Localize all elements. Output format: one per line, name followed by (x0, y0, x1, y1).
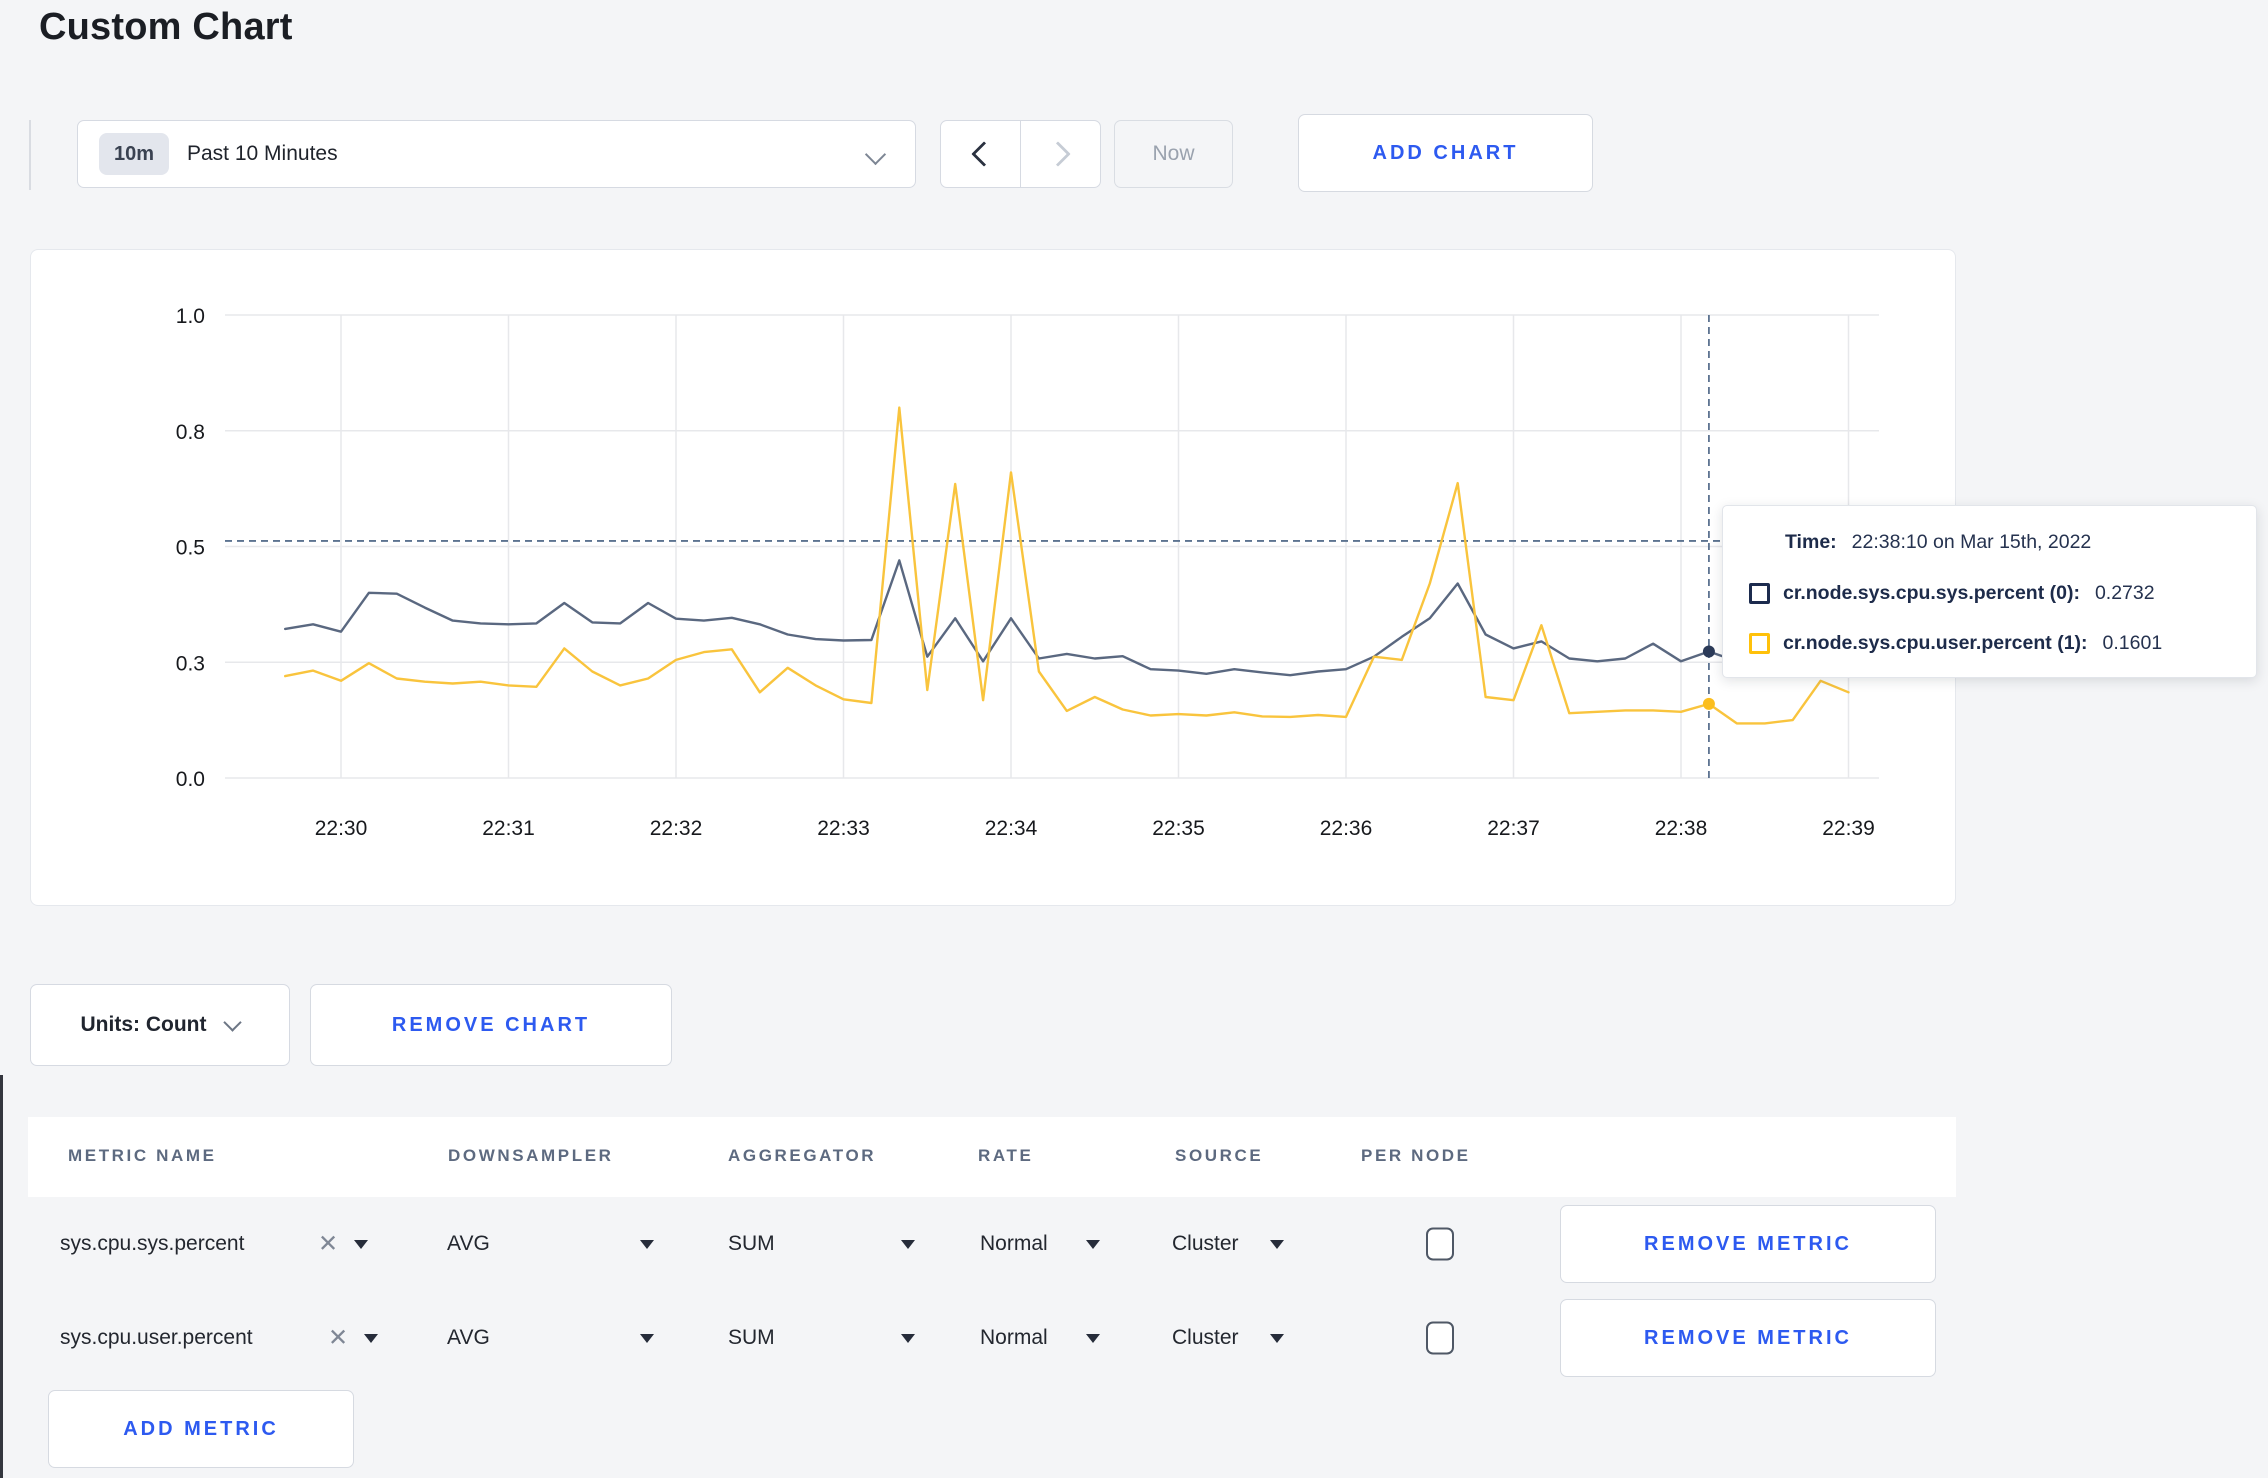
svg-text:0.5: 0.5 (176, 537, 205, 560)
column-header-aggregator: AGGREGATOR (728, 1146, 877, 1165)
metric-name-value[interactable]: sys.cpu.sys.percent (60, 1232, 244, 1256)
remove-chart-button[interactable]: REMOVE CHART (310, 984, 672, 1066)
remove-metric-button[interactable]: REMOVE METRIC (1560, 1205, 1936, 1283)
left-edge-strip (0, 1075, 3, 1478)
dropdown-caret-icon[interactable] (354, 1240, 368, 1249)
add-metric-button[interactable]: ADD METRIC (48, 1390, 354, 1468)
svg-text:22:37: 22:37 (1487, 817, 1540, 840)
svg-text:22:38: 22:38 (1655, 817, 1708, 840)
column-header-downsampler: DOWNSAMPLER (448, 1146, 614, 1165)
chart-panel: 0.0 0.3 0.5 0.8 1.0 22:30 22:31 22:32 22:33 22:34… (30, 249, 1956, 906)
prev-range-button[interactable] (941, 121, 1020, 187)
remove-x-icon[interactable]: ✕ (328, 1324, 348, 1353)
dropdown-caret-icon[interactable] (1086, 1334, 1100, 1343)
svg-text:0.0: 0.0 (176, 768, 205, 791)
chevron-left-icon (970, 141, 997, 167)
svg-text:22:31: 22:31 (482, 817, 535, 840)
time-range-badge: 10m (99, 133, 169, 175)
dropdown-caret-icon[interactable] (901, 1334, 915, 1343)
time-range-label: Past 10 Minutes (187, 142, 338, 165)
per-node-checkbox[interactable] (1426, 1227, 1454, 1261)
chart-tooltip: Time: 22:38:10 on Mar 15th, 2022 cr.node… (1722, 505, 2257, 678)
metric-name-value[interactable]: sys.cpu.user.percent (60, 1326, 253, 1350)
chart-svg[interactable]: 0.0 0.3 0.5 0.8 1.0 22:30 22:31 22:32 22:33 22:34… (31, 250, 1954, 904)
source-select[interactable]: Cluster (1172, 1232, 1239, 1256)
column-header-source: SOURCE (1175, 1146, 1264, 1165)
time-range-dropdown[interactable]: 10m Past 10 Minutes (77, 120, 916, 188)
aggregator-select[interactable]: SUM (728, 1232, 775, 1256)
dropdown-caret-icon[interactable] (1270, 1334, 1284, 1343)
next-range-button[interactable] (1020, 121, 1100, 187)
metrics-table-header: METRIC NAME DOWNSAMPLER AGGREGATOR RATE … (28, 1117, 1956, 1197)
svg-text:1.0: 1.0 (176, 305, 205, 328)
tooltip-series-1-value: 0.1601 (2102, 632, 2163, 654)
tooltip-time-value: 22:38:10 on Mar 15th, 2022 (1851, 531, 2092, 553)
dropdown-caret-icon[interactable] (640, 1334, 654, 1343)
column-header-per-node: PER NODE (1361, 1146, 1471, 1165)
svg-text:22:32: 22:32 (650, 817, 703, 840)
remove-metric-button[interactable]: REMOVE METRIC (1560, 1299, 1936, 1377)
svg-text:22:30: 22:30 (315, 817, 368, 840)
svg-text:0.3: 0.3 (176, 652, 205, 675)
toolbar-divider (29, 120, 31, 190)
downsampler-select[interactable]: AVG (447, 1232, 490, 1256)
now-button[interactable]: Now (1114, 120, 1233, 188)
downsampler-select[interactable]: AVG (447, 1326, 490, 1350)
chevron-down-icon (223, 1012, 243, 1032)
chevron-right-icon (1044, 141, 1071, 167)
svg-text:22:35: 22:35 (1152, 817, 1205, 840)
dropdown-caret-icon[interactable] (640, 1240, 654, 1249)
svg-text:22:36: 22:36 (1320, 817, 1373, 840)
page-title: Custom Chart (39, 6, 293, 48)
dropdown-caret-icon[interactable] (364, 1334, 378, 1343)
table-row: sys.cpu.user.percent ✕ AVG SUM Normal Cl… (28, 1291, 1956, 1385)
rate-select[interactable]: Normal (980, 1326, 1048, 1350)
column-header-metric-name: METRIC NAME (68, 1146, 217, 1165)
time-nav-group (940, 120, 1101, 188)
svg-text:22:33: 22:33 (817, 817, 870, 840)
add-chart-button[interactable]: ADD CHART (1298, 114, 1593, 192)
series-0-swatch-icon (1749, 582, 1770, 604)
rate-select[interactable]: Normal (980, 1232, 1048, 1256)
per-node-checkbox[interactable] (1426, 1321, 1454, 1355)
tooltip-series-0-value: 0.2732 (2094, 581, 2155, 604)
table-row: sys.cpu.sys.percent ✕ AVG SUM Normal Clu… (28, 1197, 1956, 1291)
tooltip-time-label: Time: (1785, 531, 1837, 553)
svg-text:22:34: 22:34 (985, 817, 1038, 840)
tooltip-series-0-label: cr.node.sys.cpu.sys.percent (0): (1783, 581, 2080, 604)
svg-text:0.8: 0.8 (176, 421, 205, 444)
remove-x-icon[interactable]: ✕ (318, 1230, 338, 1259)
source-select[interactable]: Cluster (1172, 1326, 1239, 1350)
chevron-down-icon (864, 143, 887, 166)
dropdown-caret-icon[interactable] (901, 1240, 915, 1249)
units-dropdown[interactable]: Units: Count (30, 984, 290, 1066)
units-label: Units: Count (80, 1013, 207, 1036)
series-1-swatch-icon (1749, 633, 1770, 654)
tooltip-series-1-label: cr.node.sys.cpu.user.percent (1): (1783, 632, 2088, 654)
dropdown-caret-icon[interactable] (1086, 1240, 1100, 1249)
svg-text:22:39: 22:39 (1822, 817, 1875, 840)
dropdown-caret-icon[interactable] (1270, 1240, 1284, 1249)
aggregator-select[interactable]: SUM (728, 1326, 775, 1350)
column-header-rate: RATE (978, 1146, 1034, 1165)
